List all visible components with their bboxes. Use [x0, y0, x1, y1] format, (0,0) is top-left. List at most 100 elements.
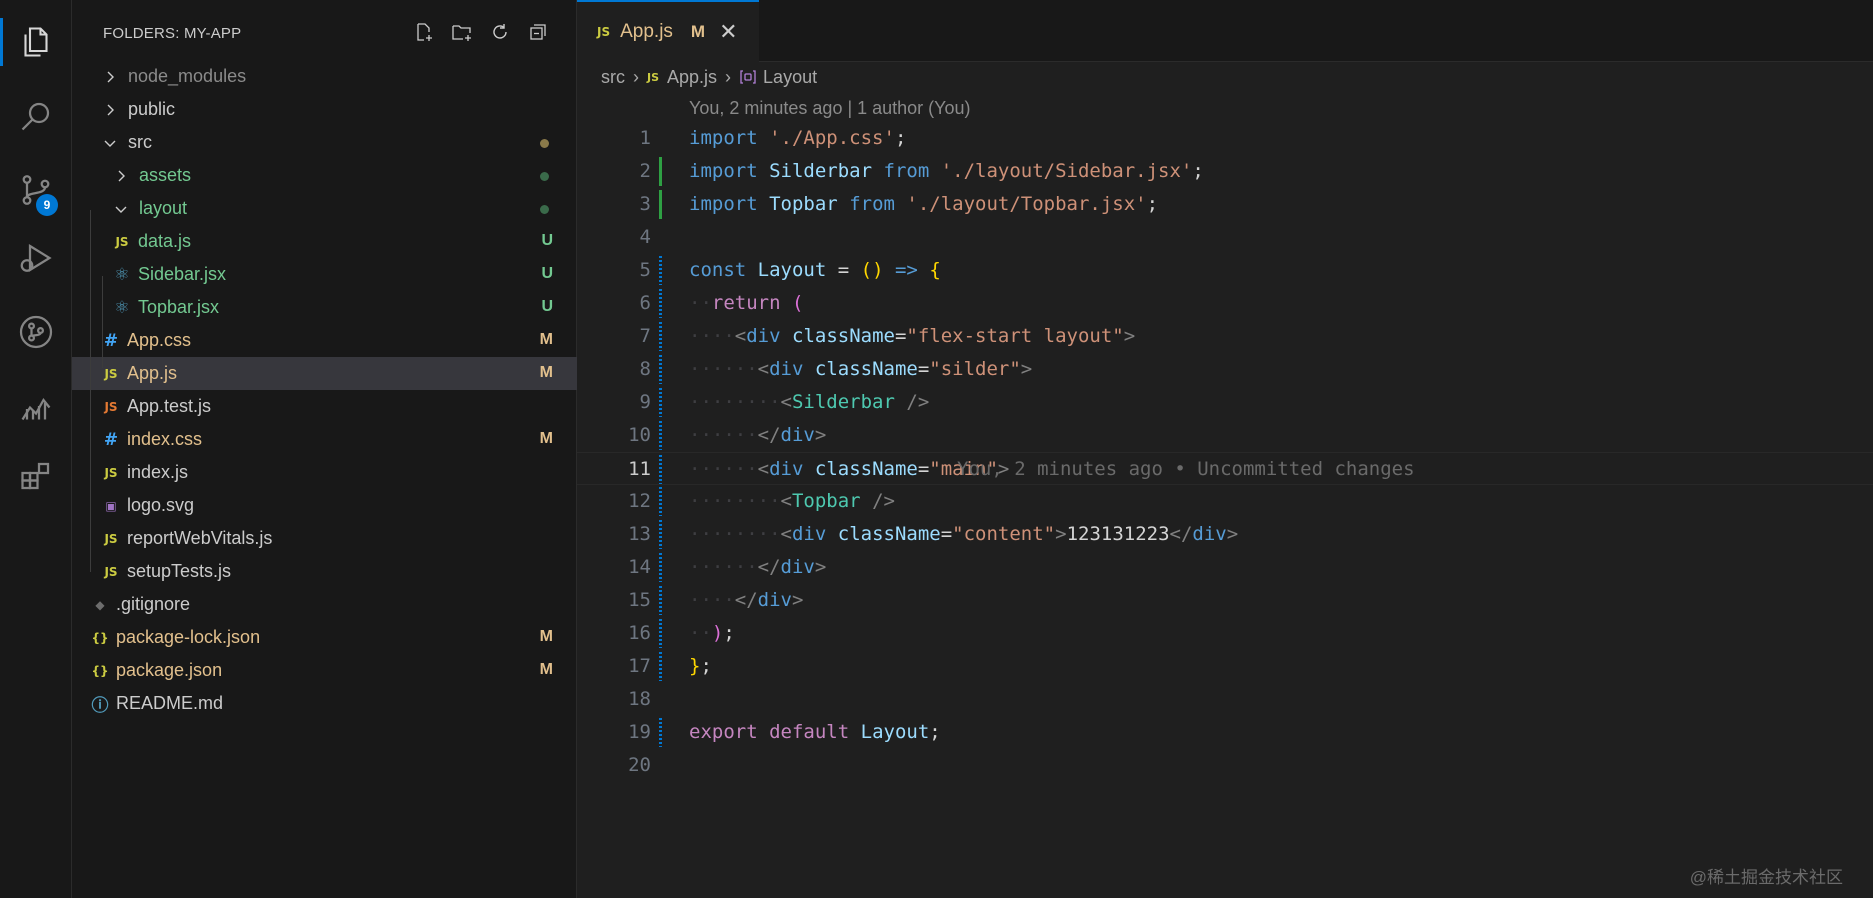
- modified-line-marker[interactable]: [659, 586, 662, 615]
- modified-line-marker[interactable]: [659, 718, 662, 747]
- tree-item[interactable]: ⚛ Sidebar.jsx U: [72, 258, 577, 291]
- tree-item[interactable]: # App.css M: [72, 324, 577, 357]
- new-folder-icon[interactable]: [450, 20, 474, 44]
- modified-line-marker[interactable]: [659, 553, 662, 582]
- modified-line-marker[interactable]: [659, 487, 662, 516]
- modified-line-marker[interactable]: [659, 322, 662, 351]
- code-line[interactable]: 2 import Silderbar from './layout/Sidebar…: [577, 155, 1873, 188]
- code-line[interactable]: 19 export default Layout;: [577, 716, 1873, 749]
- tab-app-js[interactable]: JS App.js M ✕: [577, 0, 759, 62]
- analytics-icon[interactable]: [0, 376, 72, 436]
- code-line[interactable]: 6 ··return (: [577, 287, 1873, 320]
- tree-item[interactable]: ⓘ README.md: [72, 687, 577, 720]
- line-number: 3: [639, 193, 651, 215]
- tree-item[interactable]: assets: [72, 159, 577, 192]
- tree-item[interactable]: JS reportWebVitals.js: [72, 522, 577, 555]
- code-line[interactable]: 8 ······<div className="silder">: [577, 353, 1873, 386]
- extensions-icon[interactable]: [0, 446, 72, 506]
- source-control-icon[interactable]: 9: [0, 160, 72, 220]
- code-line[interactable]: 13 ········<div className="content">12313…: [577, 518, 1873, 551]
- run-debug-icon[interactable]: [0, 228, 72, 288]
- code-token: >: [814, 556, 827, 578]
- code-token: >: [1226, 523, 1239, 545]
- code-token: >: [1020, 358, 1033, 380]
- code-line[interactable]: 1 import './App.css';: [577, 122, 1873, 155]
- modified-line-marker[interactable]: [659, 455, 662, 484]
- chevron-right-icon[interactable]: [102, 69, 118, 85]
- editor: JS App.js M ✕ src › JS App.js › Layout Y…: [577, 0, 1873, 898]
- modified-line-marker[interactable]: [659, 652, 662, 681]
- code-line[interactable]: 17};: [577, 650, 1873, 683]
- code-line[interactable]: 7 ····<div className="flex-start layout">: [577, 320, 1873, 353]
- chevron-down-icon[interactable]: [102, 135, 118, 151]
- code-line[interactable]: 5 const Layout = () => {: [577, 254, 1873, 287]
- tree-item[interactable]: public: [72, 93, 577, 126]
- code-line[interactable]: 20: [577, 749, 1873, 782]
- code-line[interactable]: 10 ······</div>: [577, 419, 1873, 452]
- modified-line-marker[interactable]: [659, 388, 662, 417]
- tree-item[interactable]: node_modules: [72, 60, 577, 93]
- close-icon[interactable]: ✕: [719, 19, 737, 45]
- tree-item[interactable]: JS App.js M: [72, 357, 577, 390]
- codelens-blame[interactable]: You, 2 minutes ago | 1 author (You): [689, 98, 971, 119]
- tree-item[interactable]: {} package.json M: [72, 654, 577, 687]
- code-editor[interactable]: 1 import './App.css'; 2 import Silderbar fr…: [577, 122, 1873, 782]
- modified-line-marker[interactable]: [659, 619, 662, 648]
- line-number: 2: [639, 160, 651, 182]
- chevron-right-icon[interactable]: [102, 102, 118, 118]
- inline-blame: You, 2 minutes ago • Uncommitted changes: [957, 458, 1415, 480]
- code-line[interactable]: 14 ······</div>: [577, 551, 1873, 584]
- tree-item[interactable]: src: [72, 126, 577, 159]
- tree-item[interactable]: ▣ logo.svg: [72, 489, 577, 522]
- modified-line-marker[interactable]: [659, 520, 662, 549]
- modified-line-marker[interactable]: [659, 421, 662, 450]
- line-number: 6: [639, 292, 651, 314]
- refresh-icon[interactable]: [488, 20, 512, 44]
- chevron-down-icon[interactable]: [113, 201, 129, 217]
- tree-item[interactable]: JS App.test.js: [72, 390, 577, 423]
- watermark: @稀土掘金技术社区: [1689, 868, 1843, 887]
- tree-item[interactable]: ⚛ Topbar.jsx U: [72, 291, 577, 324]
- tree-item[interactable]: JS setupTests.js: [72, 555, 577, 588]
- new-file-icon[interactable]: [412, 20, 436, 44]
- git-graph-icon[interactable]: [0, 302, 72, 362]
- added-line-marker[interactable]: [659, 190, 662, 219]
- code-token: >: [1123, 325, 1136, 347]
- code-token: ;: [723, 622, 735, 644]
- collapse-all-icon[interactable]: [526, 20, 550, 44]
- code-line[interactable]: 9 ········<Silderbar />: [577, 386, 1873, 419]
- tree-item[interactable]: layout: [72, 192, 577, 225]
- added-line-marker[interactable]: [659, 157, 662, 186]
- json-file-icon: {}: [91, 663, 109, 678]
- breadcrumb-folder[interactable]: src: [601, 67, 625, 88]
- chevron-right-icon[interactable]: [113, 168, 129, 184]
- breadcrumb-file[interactable]: App.js: [667, 67, 717, 88]
- tree-item[interactable]: JS index.js: [72, 456, 577, 489]
- tree-item[interactable]: # index.css M: [72, 423, 577, 456]
- code-token: />: [906, 391, 930, 413]
- code-line[interactable]: 12 ········<Topbar />: [577, 485, 1873, 518]
- breadcrumb-symbol[interactable]: Layout: [763, 67, 817, 88]
- code-line[interactable]: 18: [577, 683, 1873, 716]
- code-token: div: [780, 556, 815, 578]
- modified-line-marker[interactable]: [659, 289, 662, 318]
- search-icon[interactable]: [0, 86, 72, 146]
- test-file-icon: JS: [104, 399, 118, 414]
- code-line[interactable]: 15 ····</div>: [577, 584, 1873, 617]
- code-line[interactable]: 16 ··);: [577, 617, 1873, 650]
- explorer-icon[interactable]: [0, 12, 72, 72]
- tree-item[interactable]: ◆ .gitignore: [72, 588, 577, 621]
- css-file-icon: #: [103, 429, 119, 450]
- code-token: <: [757, 358, 770, 380]
- modified-line-marker[interactable]: [659, 355, 662, 384]
- code-line[interactable]: 4: [577, 221, 1873, 254]
- tree-item[interactable]: JS data.js U: [72, 225, 577, 258]
- code-line[interactable]: 11 ······<div className="main"> You, 2 min…: [577, 452, 1873, 485]
- code-token: import: [689, 160, 758, 182]
- tree-item[interactable]: {} package-lock.json M: [72, 621, 577, 654]
- modified-line-marker[interactable]: [659, 256, 662, 285]
- code-line[interactable]: 3 import Topbar from './layout/Topbar.jsx…: [577, 188, 1873, 221]
